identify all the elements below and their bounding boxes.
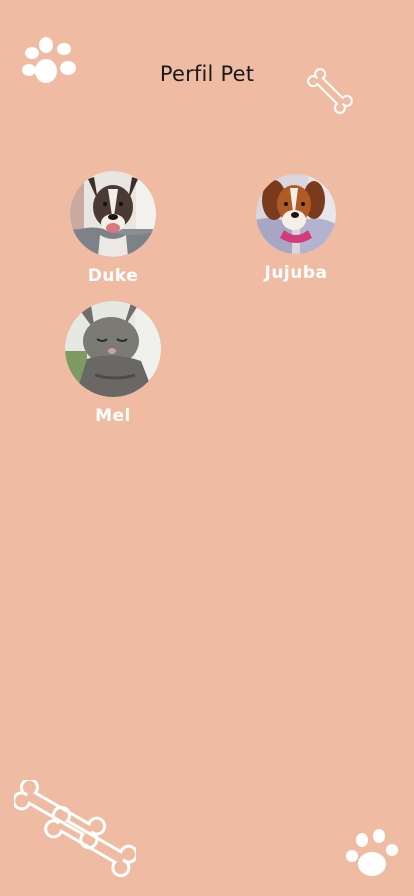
pet-card-duke[interactable]: Duke — [63, 171, 163, 286]
pet-avatar-duke — [70, 171, 156, 257]
paw-icon — [346, 829, 398, 876]
bones-icon — [14, 780, 136, 878]
pet-avatar-jujuba — [256, 174, 336, 254]
pet-profile-screen: Perfil Pet Duke Jujuba Mel — [0, 0, 414, 896]
pet-name: Duke — [87, 266, 139, 286]
pet-avatar-mel — [65, 301, 161, 397]
pet-card-jujuba[interactable]: Jujuba — [246, 174, 346, 283]
pet-name: Jujuba — [264, 263, 328, 283]
pet-name: Mel — [95, 406, 131, 426]
bone-icon — [307, 68, 353, 114]
pet-card-mel[interactable]: Mel — [63, 301, 163, 426]
